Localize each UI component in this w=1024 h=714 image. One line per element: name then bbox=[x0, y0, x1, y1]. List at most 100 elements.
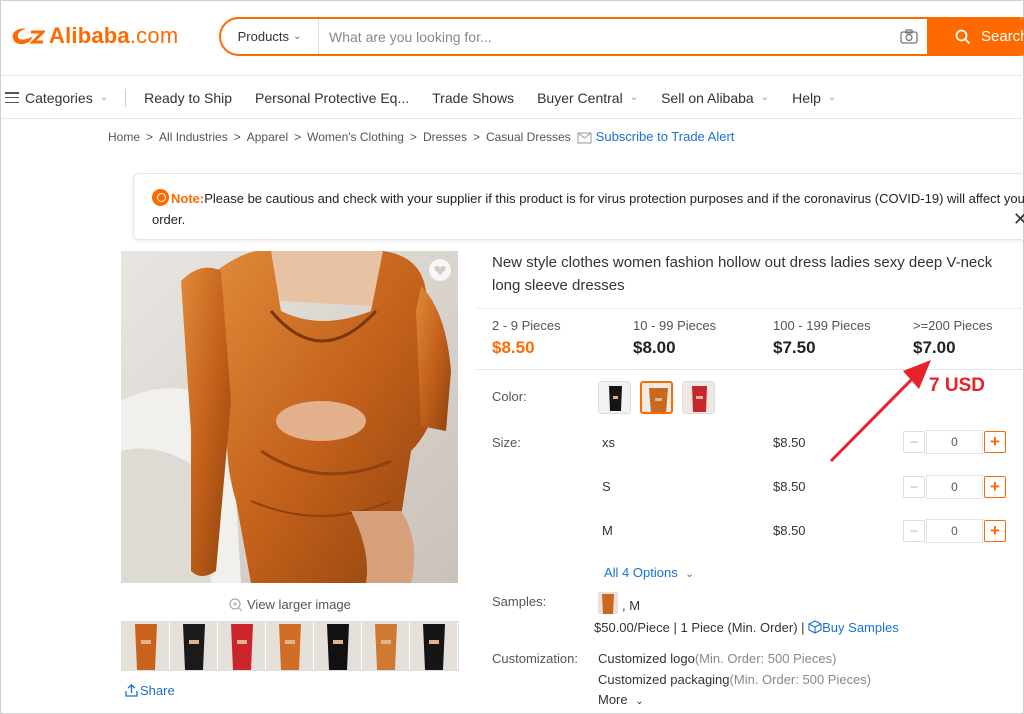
breadcrumb: Home > All Industries > Apparel > Women's C… bbox=[108, 129, 734, 144]
camera-icon[interactable] bbox=[891, 29, 927, 44]
breadcrumb-item[interactable]: Dresses bbox=[423, 130, 467, 144]
nav-item-label: Categories bbox=[25, 89, 93, 106]
sample-price: $50.00/Piece | 1 Piece (Min. Order) | bbox=[594, 620, 809, 635]
share-button[interactable]: Share bbox=[125, 683, 175, 698]
covid-notice: Note:Please be cautious and check with y… bbox=[133, 173, 1024, 240]
size-label: Size: bbox=[492, 435, 521, 450]
nav-item-categories[interactable]: Categories ⌄ bbox=[5, 90, 108, 106]
size-price: $8.50 bbox=[773, 435, 806, 450]
product-thumbnail[interactable] bbox=[314, 622, 362, 670]
nav-item-ready-to-ship[interactable]: Ready to Ship bbox=[144, 90, 232, 106]
lightbulb-icon bbox=[152, 189, 169, 206]
product-title: New style clothes women fashion hollow o… bbox=[492, 254, 993, 294]
annotation-label: 7 USD bbox=[929, 375, 985, 396]
more-link[interactable]: More ⌄ bbox=[598, 692, 644, 707]
menu-icon bbox=[5, 92, 19, 103]
product-thumbnail[interactable] bbox=[266, 622, 314, 670]
alibaba-logo[interactable]: Alibaba.com bbox=[9, 23, 178, 49]
close-icon[interactable]: ✕ bbox=[1013, 209, 1024, 230]
search-button-label: Search bbox=[981, 28, 1024, 45]
thumbnail-strip bbox=[121, 621, 459, 671]
breadcrumb-item[interactable]: Home bbox=[108, 130, 140, 144]
trade-alert-icon bbox=[577, 131, 592, 144]
nav-item-label: Help bbox=[792, 89, 821, 106]
search-bar: Products ⌄ Search bbox=[219, 17, 1024, 56]
product-thumbnail[interactable] bbox=[122, 622, 170, 670]
breadcrumb-item[interactable]: Apparel bbox=[247, 130, 288, 144]
nav-item-ppe[interactable]: Personal Protective Eq... bbox=[255, 90, 409, 106]
buy-samples-link[interactable]: Buy Samples bbox=[808, 620, 899, 635]
breadcrumb-item[interactable]: Women's Clothing bbox=[307, 130, 404, 144]
breadcrumb-item[interactable]: Casual Dresses bbox=[486, 130, 571, 144]
size-name: S bbox=[602, 479, 611, 494]
breadcrumb-separator: > bbox=[409, 129, 417, 144]
breadcrumb-item[interactable]: All Industries bbox=[159, 130, 228, 144]
notice-text: Please be cautious and check with your s… bbox=[152, 191, 1024, 227]
divider bbox=[477, 308, 1024, 309]
size-name: xs bbox=[602, 435, 615, 450]
quantity-input[interactable]: 0 bbox=[926, 519, 983, 543]
chevron-down-icon: ⌄ bbox=[99, 92, 109, 103]
product-thumbnail[interactable] bbox=[170, 622, 218, 670]
customization-name: Customized packaging bbox=[598, 672, 730, 687]
nav-item-sell-on-alibaba[interactable]: Sell on Alibaba ⌄ bbox=[661, 90, 769, 106]
quantity-input[interactable]: 0 bbox=[926, 475, 983, 499]
main-nav: Categories ⌄ Ready to Ship Personal Prot… bbox=[1, 77, 1024, 119]
search-category-dropdown[interactable]: Products ⌄ bbox=[221, 19, 319, 54]
quantity-stepper: − 0 + bbox=[903, 475, 1008, 499]
divider bbox=[477, 369, 1024, 370]
decrement-button[interactable]: − bbox=[903, 476, 925, 498]
annotation-arrow bbox=[829, 360, 931, 463]
quantity-stepper: − 0 + bbox=[903, 519, 1008, 543]
nav-item-label: Personal Protective Eq... bbox=[255, 89, 410, 106]
share-icon bbox=[125, 684, 138, 697]
breadcrumb-separator: > bbox=[233, 129, 241, 144]
customization-name: Customized logo bbox=[598, 651, 695, 666]
product-thumbnail[interactable] bbox=[362, 622, 410, 670]
size-name: M bbox=[602, 523, 613, 538]
chevron-down-icon: ⌄ bbox=[827, 92, 837, 103]
search-icon bbox=[955, 29, 971, 44]
decrement-button[interactable]: − bbox=[903, 520, 925, 542]
chevron-down-icon: ⌄ bbox=[629, 92, 639, 103]
product-thumbnail[interactable] bbox=[218, 622, 266, 670]
nav-item-buyer-central[interactable]: Buyer Central ⌄ bbox=[537, 90, 638, 106]
price-tier: 10 - 99 Pieces $8.00 bbox=[633, 318, 716, 358]
color-swatch-orange[interactable] bbox=[640, 381, 673, 414]
increment-button[interactable]: + bbox=[984, 476, 1006, 498]
notice-label: Note: bbox=[171, 191, 205, 206]
product-thumbnail[interactable] bbox=[410, 622, 458, 670]
price-tier: >=200 Pieces $7.00 bbox=[913, 318, 993, 358]
nav-item-help[interactable]: Help ⌄ bbox=[792, 90, 836, 106]
price-tier: 100 - 199 Pieces $7.50 bbox=[773, 318, 871, 358]
chevron-down-icon: ⌄ bbox=[760, 92, 770, 103]
nav-item-label: Sell on Alibaba bbox=[661, 89, 754, 106]
main-product-image[interactable] bbox=[121, 251, 458, 583]
search-button[interactable]: Search bbox=[927, 19, 1024, 54]
tier-range: 100 - 199 Pieces bbox=[773, 318, 871, 333]
tier-price: $7.50 bbox=[773, 338, 816, 357]
increment-button[interactable]: + bbox=[984, 520, 1006, 542]
buy-samples-label: Buy Samples bbox=[822, 620, 899, 635]
color-swatch-black[interactable] bbox=[598, 381, 631, 414]
increment-button[interactable]: + bbox=[984, 431, 1006, 453]
all-options-link[interactable]: All 4 Options ⌄ bbox=[604, 565, 694, 580]
color-swatch-red[interactable] bbox=[682, 381, 715, 414]
size-price: $8.50 bbox=[773, 523, 806, 538]
customization-item: Customized logo(Min. Order: 500 Pieces) bbox=[598, 651, 836, 666]
view-larger-image-link[interactable]: View larger image bbox=[229, 597, 351, 612]
share-label: Share bbox=[140, 683, 175, 698]
box-icon bbox=[808, 620, 822, 634]
search-input[interactable] bbox=[319, 19, 891, 54]
chevron-down-icon: ⌄ bbox=[635, 696, 644, 707]
customization-min: (Min. Order: 500 Pieces) bbox=[694, 651, 837, 666]
nav-item-label: Ready to Ship bbox=[144, 89, 233, 106]
alibaba-logo-icon bbox=[12, 28, 45, 45]
breadcrumb-separator: > bbox=[146, 129, 154, 144]
favorite-heart-icon[interactable] bbox=[429, 259, 451, 281]
nav-divider bbox=[125, 88, 127, 107]
subscribe-trade-alert-link[interactable]: Subscribe to Trade Alert bbox=[596, 129, 735, 144]
nav-item-trade-shows[interactable]: Trade Shows bbox=[432, 90, 514, 106]
product-photo bbox=[121, 251, 458, 583]
customization-min: (Min. Order: 500 Pieces) bbox=[729, 672, 872, 687]
